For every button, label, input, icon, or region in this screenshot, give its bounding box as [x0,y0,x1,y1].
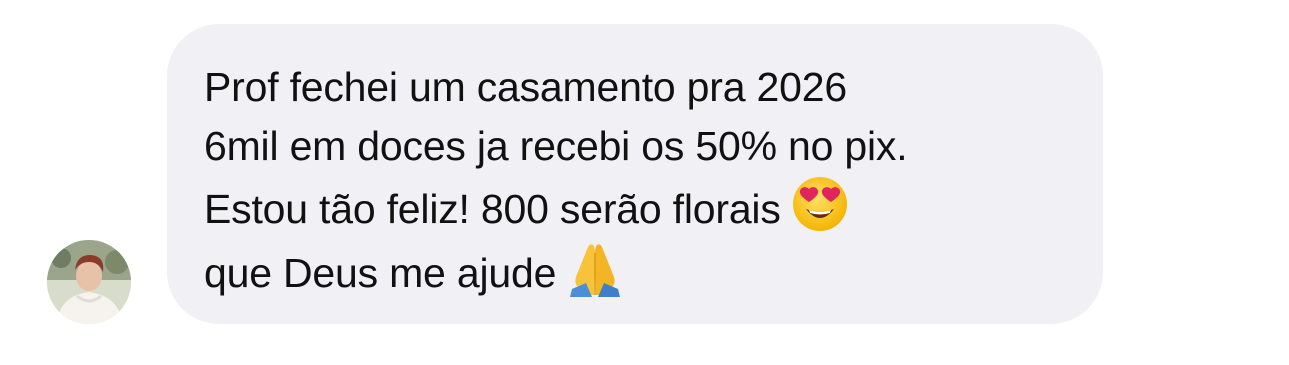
message-line-2: 6mil em doces ja recebi os 50% no pix. [204,122,908,169]
message-line-4: que Deus me ajude [204,249,557,296]
message-line-3: Estou tão feliz! 800 serão florais [204,186,781,232]
chat-thread: Prof fechei um casamento pra 2026 6mil e… [0,0,1289,365]
heart-eyes-emoji-icon [791,175,849,233]
sender-avatar[interactable] [47,240,131,324]
message-line-3-row: Estou tão feliz! 800 serão florais [204,175,1083,239]
avatar-photo [47,240,131,324]
message-line-1: Prof fechei um casamento pra 2026 [204,64,847,110]
folded-hands-emoji-icon [566,239,624,297]
message-line-4-row: que Deus me ajude [204,239,1083,303]
message-bubble[interactable]: Prof fechei um casamento pra 2026 6mil e… [167,24,1103,324]
